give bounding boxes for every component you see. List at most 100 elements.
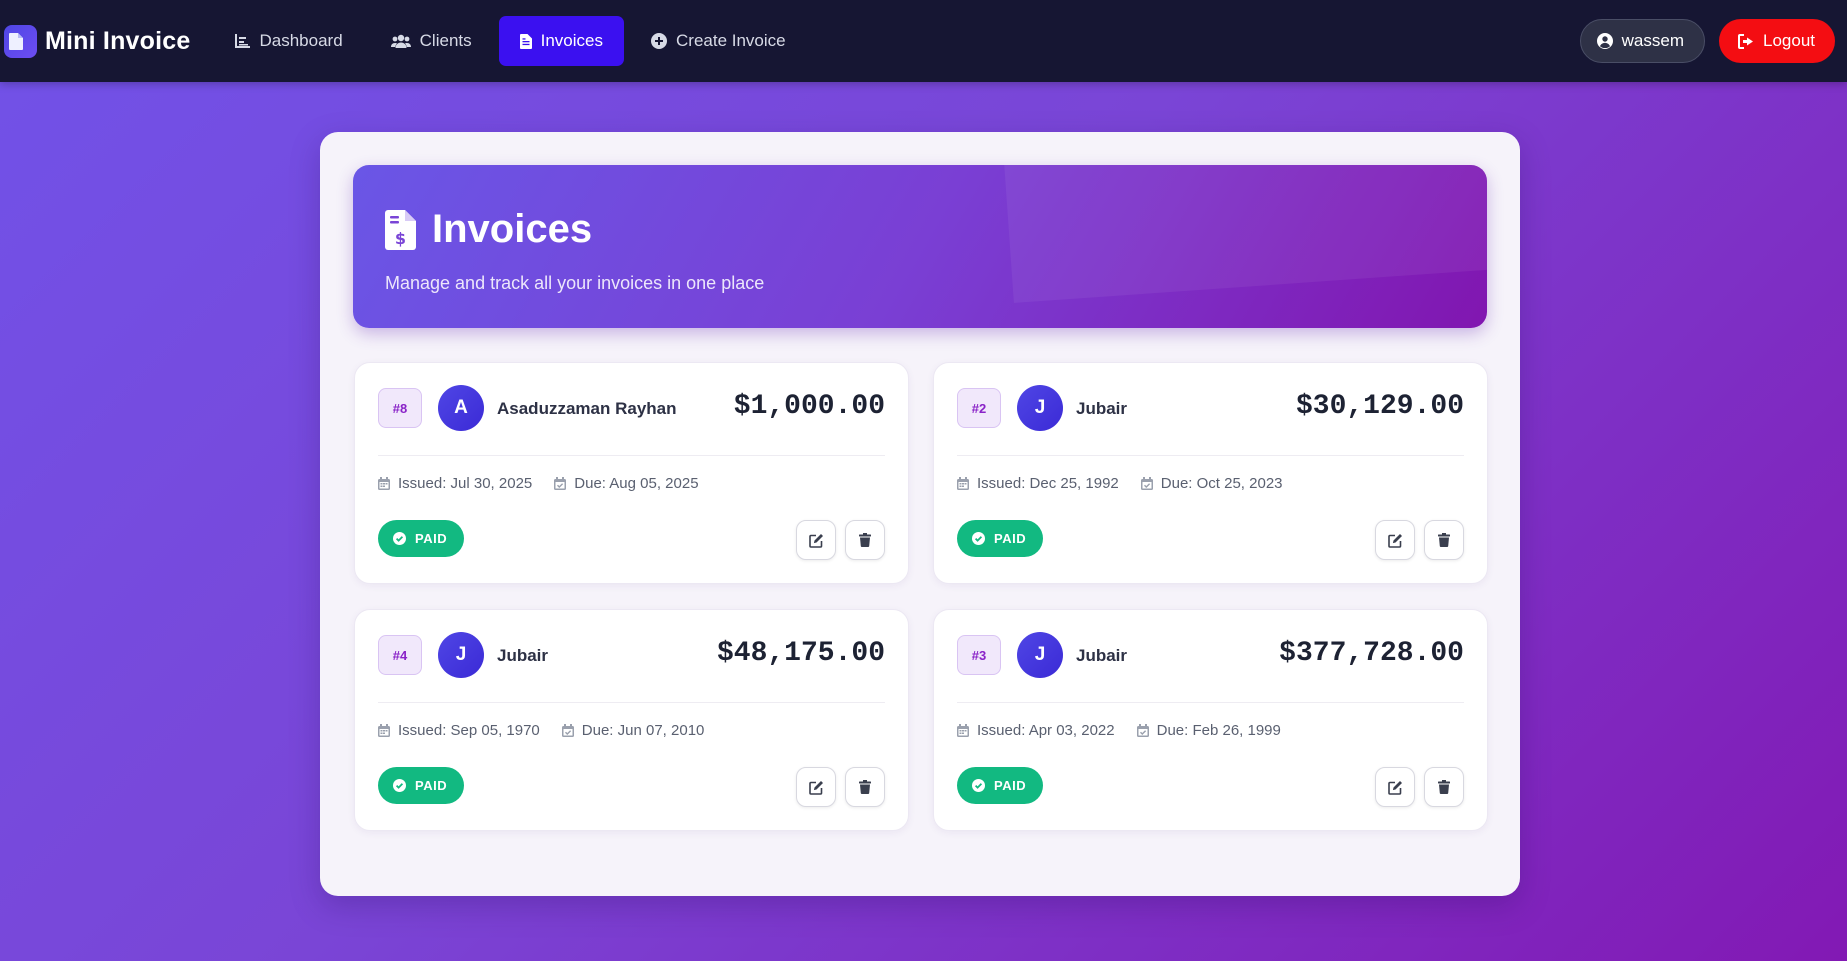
nav-link-invoices[interactable]: Invoices: [498, 16, 624, 66]
edit-icon: [1387, 780, 1402, 795]
user-menu-button[interactable]: wassem: [1579, 19, 1705, 63]
invoice-dollar-icon: $: [385, 209, 416, 250]
logout-button[interactable]: Logout: [1719, 19, 1835, 63]
status-badge: PAID: [957, 767, 1044, 804]
status-label: PAID: [415, 778, 448, 793]
brand[interactable]: Mini Invoice: [4, 24, 191, 58]
due-date: Due: Feb 26, 1999: [1136, 722, 1281, 739]
invoice-card[interactable]: #3 J Jubair $377,728.00 Issued: Apr 03, …: [933, 609, 1488, 831]
calendar-icon: [378, 724, 390, 737]
invoice-dates: Issued: Jul 30, 2025 Due: Aug 05, 2025: [378, 475, 721, 492]
calendar-icon: [957, 477, 969, 490]
nav-link-label: Create Invoice: [676, 31, 786, 50]
client-avatar: J: [1017, 385, 1063, 431]
check-circle-icon: [972, 532, 985, 545]
edit-icon: [1387, 533, 1402, 548]
nav-link-create-invoice[interactable]: Create Invoice: [630, 16, 807, 66]
username: wassem: [1621, 31, 1684, 50]
due-date: Due: Aug 05, 2025: [554, 475, 699, 492]
page-title-row: $ Invoices: [385, 207, 592, 252]
calendar-check-icon: [561, 724, 574, 737]
edit-button[interactable]: [796, 520, 836, 560]
client-name: Jubair: [1076, 399, 1128, 418]
invoice-dates: Issued: Apr 03, 2022 Due: Feb 26, 1999: [957, 722, 1303, 739]
brand-title: Mini Invoice: [45, 26, 191, 55]
client-name: Asaduzzaman Rayhan: [497, 399, 677, 418]
card-actions: [1375, 520, 1464, 560]
nav-link-label: Invoices: [540, 31, 603, 50]
invoice-amount: $48,175.00: [716, 638, 885, 669]
edit-button[interactable]: [1375, 767, 1415, 807]
issued-date-text: Issued: Jul 30, 2025: [398, 475, 533, 492]
invoice-amount: $1,000.00: [733, 391, 885, 422]
header-sheen: [1001, 165, 1487, 303]
navbar: Mini Invoice Dashboard Clients Invoices: [0, 0, 1847, 82]
invoice-number: #2: [957, 388, 1001, 428]
client-name: Jubair: [1076, 646, 1128, 665]
nav-links: Dashboard Clients Invoices Create Invoic…: [214, 16, 812, 66]
calendar-check-icon: [1136, 724, 1149, 737]
card-actions: [796, 520, 885, 560]
issued-date: Issued: Sep 05, 1970: [378, 722, 540, 739]
due-date-text: Due: Oct 25, 2023: [1160, 475, 1283, 492]
invoice-number: #8: [378, 388, 422, 428]
due-date-text: Due: Aug 05, 2025: [574, 475, 699, 492]
invoice-number: #4: [378, 635, 422, 675]
invoice-icon: [519, 33, 532, 49]
issued-date: Issued: Apr 03, 2022: [957, 722, 1115, 739]
nav-link-clients[interactable]: Clients: [370, 16, 493, 66]
svg-text:$: $: [395, 229, 406, 248]
nav-link-label: Clients: [419, 31, 472, 50]
page-subtitle: Manage and track all your invoices in on…: [385, 273, 765, 293]
status-badge: PAID: [378, 520, 465, 557]
invoice-card[interactable]: #8 A Asaduzzaman Rayhan $1,000.00 Issued…: [354, 362, 909, 584]
status-label: PAID: [994, 531, 1027, 546]
logout-icon: [1738, 33, 1753, 49]
client-avatar: J: [438, 632, 484, 678]
delete-button[interactable]: [845, 520, 885, 560]
logout-label: Logout: [1763, 31, 1815, 50]
client-name: Jubair: [497, 646, 549, 665]
invoices-panel: $ Invoices Manage and track all your inv…: [320, 132, 1520, 896]
card-divider: [378, 702, 885, 703]
issued-date: Issued: Jul 30, 2025: [378, 475, 532, 492]
trash-icon: [1438, 533, 1450, 547]
calendar-check-icon: [554, 477, 567, 490]
nav-link-dashboard[interactable]: Dashboard: [214, 16, 363, 66]
invoice-amount: $377,728.00: [1279, 638, 1464, 669]
card-actions: [796, 767, 885, 807]
invoice-card[interactable]: #4 J Jubair $48,175.00 Issued: Sep 05, 1…: [354, 609, 909, 831]
invoice-number: #3: [957, 635, 1001, 675]
issued-date: Issued: Dec 25, 1992: [957, 475, 1119, 492]
delete-button[interactable]: [1424, 520, 1464, 560]
invoice-card[interactable]: #2 J Jubair $30,129.00 Issued: Dec 25, 1…: [933, 362, 1488, 584]
trash-icon: [1438, 780, 1450, 794]
delete-button[interactable]: [1424, 767, 1464, 807]
trash-icon: [859, 780, 871, 794]
edit-button[interactable]: [796, 767, 836, 807]
check-circle-icon: [972, 779, 985, 792]
status-badge: PAID: [957, 520, 1044, 557]
delete-button[interactable]: [845, 767, 885, 807]
user-circle-icon: [1596, 33, 1613, 49]
check-circle-icon: [393, 779, 406, 792]
status-badge: PAID: [378, 767, 465, 804]
edit-icon: [808, 533, 823, 548]
status-label: PAID: [415, 531, 448, 546]
edit-button[interactable]: [1375, 520, 1415, 560]
invoice-amount: $30,129.00: [1295, 391, 1464, 422]
issued-date-text: Issued: Apr 03, 2022: [977, 722, 1115, 739]
due-date: Due: Jun 07, 2010: [561, 722, 704, 739]
nav-right: wassem Logout: [1579, 19, 1835, 63]
edit-icon: [808, 780, 823, 795]
invoice-dates: Issued: Sep 05, 1970 Due: Jun 07, 2010: [378, 722, 726, 739]
check-circle-icon: [393, 532, 406, 545]
card-divider: [957, 702, 1464, 703]
status-label: PAID: [994, 778, 1027, 793]
document-icon: [4, 24, 37, 58]
page-header: $ Invoices Manage and track all your inv…: [353, 165, 1487, 328]
client-avatar: A: [438, 385, 484, 431]
due-date: Due: Oct 25, 2023: [1140, 475, 1283, 492]
page-title: Invoices: [432, 207, 593, 251]
client-avatar: J: [1017, 632, 1063, 678]
